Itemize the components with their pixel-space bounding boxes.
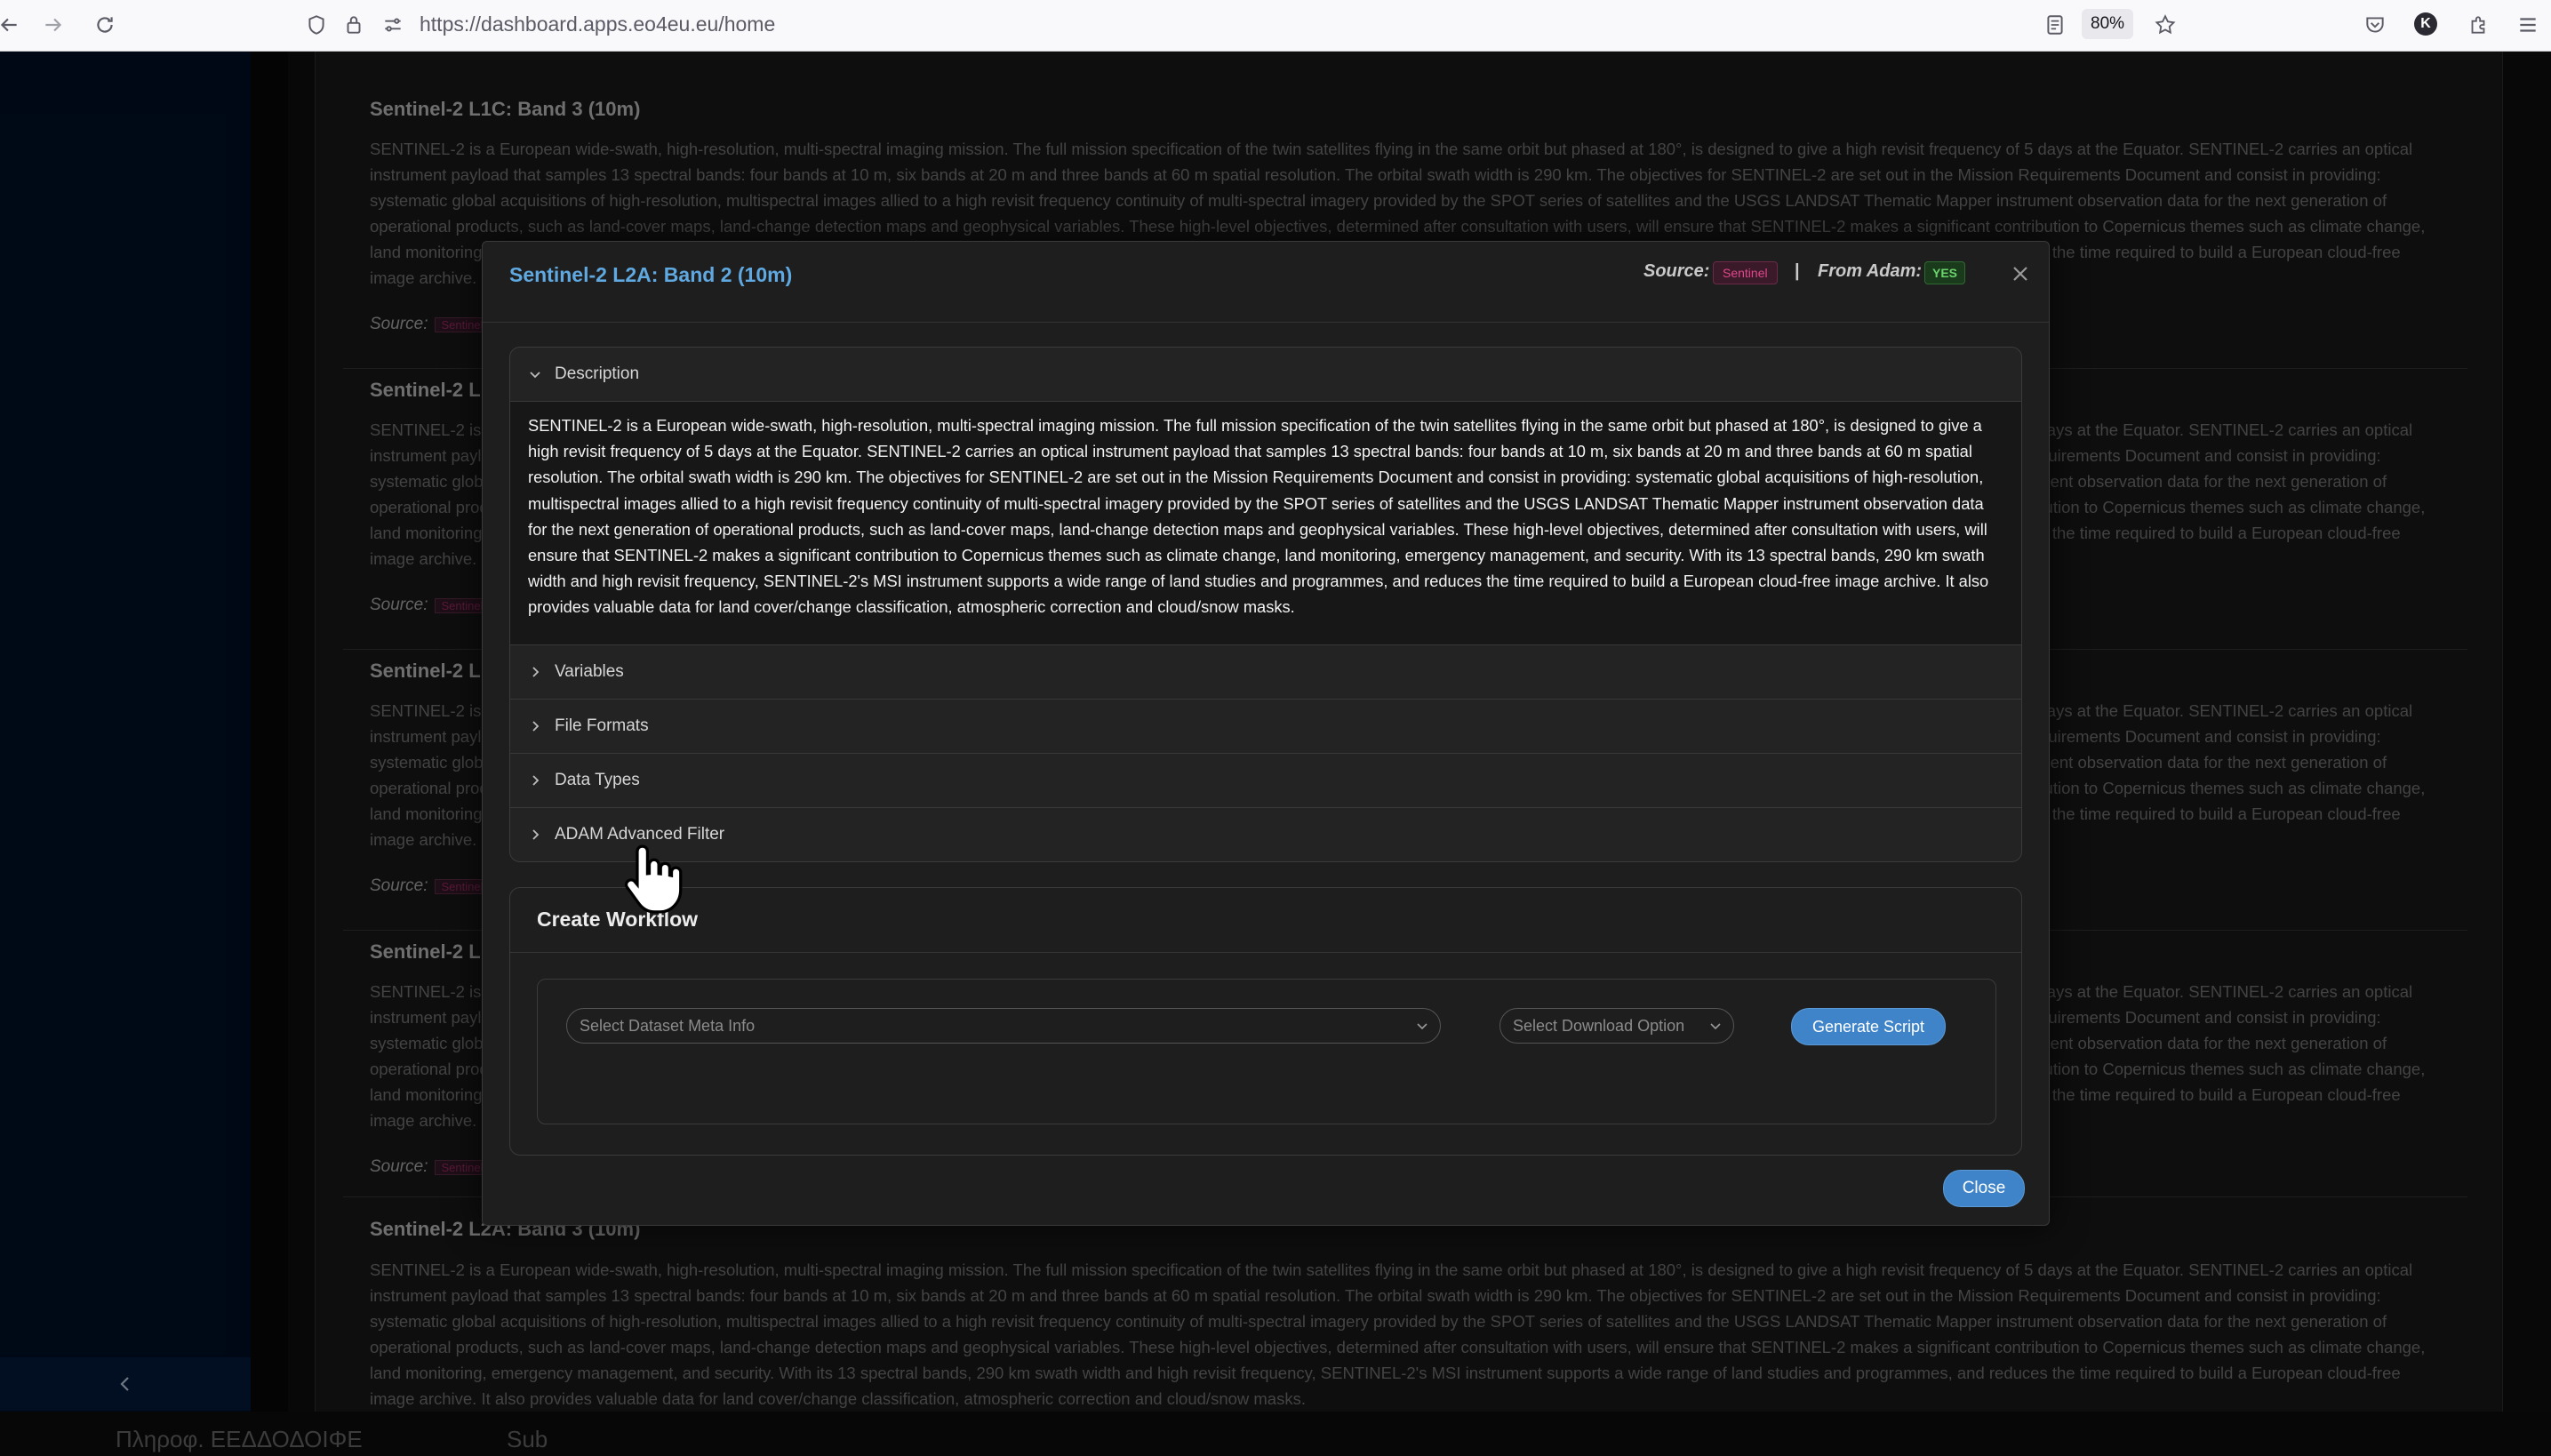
modal-title: Sentinel-2 L2A: Band 2 (10m) [509, 263, 793, 286]
bottom-strip: Πληροφ. ΕΕΔΔΟΔΟΙΦΕ Sub [0, 1412, 2551, 1456]
forward-icon[interactable] [36, 7, 71, 43]
download-option-select[interactable]: Select Download Option [1499, 1008, 1734, 1044]
chevron-down-icon [1417, 1023, 1427, 1030]
accordion-label: Variables [555, 662, 624, 681]
back-icon[interactable] [0, 7, 27, 43]
accordion-label: Data Types [555, 771, 640, 789]
dataset-meta-select[interactable]: Select Dataset Meta Info [566, 1008, 1441, 1044]
chevron-right-icon [528, 772, 544, 788]
reload-icon[interactable] [87, 7, 123, 43]
dataset-modal: Sentinel-2 L2A: Band 2 (10m) Source: Sen… [482, 241, 2050, 1226]
shield-icon[interactable] [299, 7, 334, 43]
adam-label: From Adam: [1818, 261, 1923, 281]
extensions-icon[interactable] [2460, 7, 2496, 43]
chevron-down-icon [528, 366, 544, 382]
workflow-form: Select Dataset Meta Info Select Download… [537, 979, 1996, 1124]
accordion-description[interactable]: Description [510, 348, 2021, 402]
address-bar[interactable]: https://dashboard.apps.eo4eu.eu/home [420, 11, 775, 37]
close-icon[interactable] [2004, 258, 2036, 290]
zoom-level[interactable]: 80% [2082, 9, 2134, 39]
source-label: Source: [1643, 261, 1710, 281]
permissions-icon[interactable] [375, 7, 411, 43]
accordion-label: File Formats [555, 716, 649, 735]
pocket-icon[interactable] [2357, 7, 2393, 43]
adam-badge: YES [1924, 261, 1966, 284]
description-panel: SENTINEL-2 is a European wide-swath, hig… [510, 402, 2021, 645]
menu-icon[interactable] [2510, 7, 2546, 43]
chevron-down-icon [1710, 1023, 1721, 1030]
accordion-label: ADAM Advanced Filter [555, 825, 725, 844]
accordion-variables[interactable]: Variables [510, 645, 2021, 700]
select-placeholder: Select Dataset Meta Info [580, 1017, 756, 1035]
source-tag: Sentinel [1713, 261, 1778, 284]
accordion-data-types[interactable]: Data Types [510, 754, 2021, 808]
chevron-right-icon [528, 718, 544, 734]
reader-icon[interactable] [2037, 7, 2073, 43]
hand-cursor-icon [624, 844, 683, 914]
chevron-right-icon [528, 664, 544, 680]
accordion-file-formats[interactable]: File Formats [510, 700, 2021, 754]
bottom-strip-text: Sub [507, 1426, 548, 1452]
divider [510, 952, 2021, 953]
browser-toolbar: https://dashboard.apps.eo4eu.eu/home 80%… [0, 0, 2551, 52]
details-accordion: Description SENTINEL-2 is a European wid… [509, 347, 2022, 862]
select-placeholder: Select Download Option [1513, 1017, 1685, 1035]
generate-script-button[interactable]: Generate Script [1791, 1008, 1946, 1045]
lock-icon[interactable] [336, 7, 372, 43]
accordion-label: Description [555, 364, 640, 383]
modal-header: Sentinel-2 L2A: Band 2 (10m) Source: Sen… [483, 242, 2049, 323]
close-button[interactable]: Close [1943, 1170, 2025, 1207]
account-avatar[interactable]: K [2414, 12, 2437, 36]
star-icon[interactable] [2147, 7, 2183, 43]
header-separator: | [1795, 261, 1800, 281]
bottom-strip-text: Πληροφ. ΕΕΔΔΟΔΟΙΦΕ [116, 1426, 363, 1452]
create-workflow-panel: Create Workflow Select Dataset Meta Info… [509, 887, 2022, 1156]
chevron-right-icon [528, 827, 544, 843]
accordion-adam-advanced-filter[interactable]: ADAM Advanced Filter [510, 808, 2021, 861]
description-text: SENTINEL-2 is a European wide-swath, hig… [528, 416, 1989, 617]
